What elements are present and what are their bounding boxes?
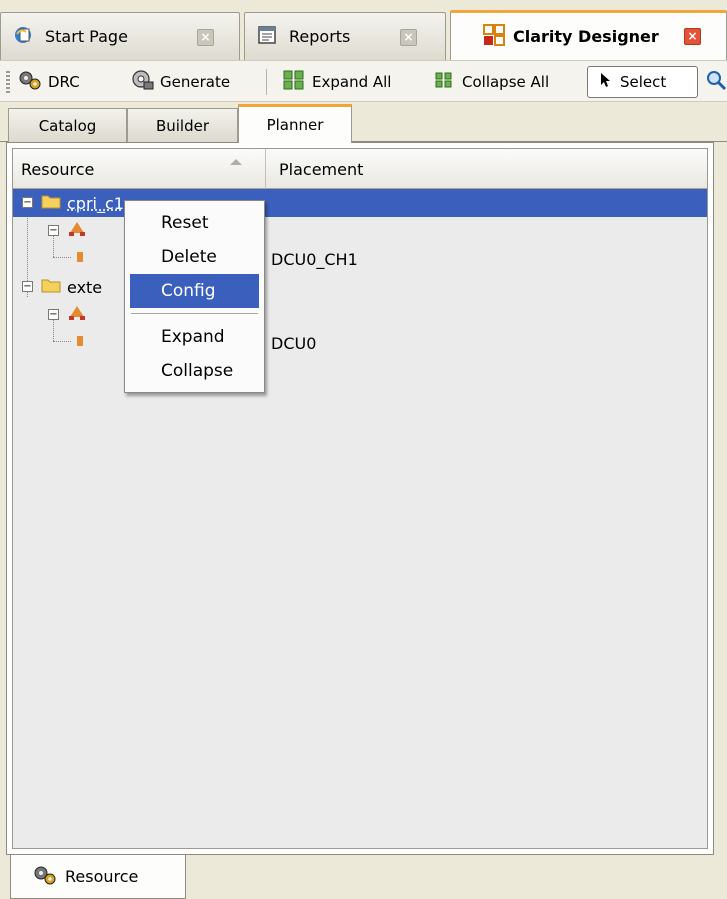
start-page-icon bbox=[13, 25, 33, 49]
column-header-resource[interactable]: Resource bbox=[13, 149, 266, 189]
tab-start-page[interactable]: Start Page × bbox=[0, 12, 240, 60]
menu-item-reset[interactable]: Reset bbox=[130, 206, 259, 240]
tab-builder[interactable]: Builder bbox=[127, 108, 238, 142]
view-tab-bar: Catalog Builder Planner bbox=[0, 102, 727, 143]
menu-item-delete[interactable]: Delete bbox=[130, 240, 259, 274]
generate-button[interactable]: Generate bbox=[130, 67, 230, 97]
menu-item-config[interactable]: Config bbox=[130, 274, 259, 308]
generate-icon bbox=[130, 69, 154, 95]
expand-all-icon bbox=[282, 69, 306, 95]
collapse-all-icon bbox=[432, 69, 456, 95]
resource-name: cpri_c1 bbox=[67, 193, 124, 213]
tab-label: Clarity Designer bbox=[513, 27, 659, 46]
port-icon bbox=[73, 333, 87, 353]
table-row[interactable]: − bbox=[13, 301, 707, 329]
drc-label: DRC bbox=[48, 73, 80, 91]
clarity-designer-icon bbox=[483, 23, 505, 50]
expand-all-button[interactable]: Expand All bbox=[282, 67, 391, 97]
tab-label: Resource bbox=[65, 867, 139, 886]
folder-icon bbox=[41, 277, 61, 297]
tab-clarity-designer[interactable]: Clarity Designer × bbox=[450, 10, 727, 60]
cursor-arrow-icon bbox=[600, 72, 612, 92]
folder-icon bbox=[41, 193, 61, 213]
gears-icon bbox=[18, 69, 42, 95]
magnifier-icon bbox=[705, 69, 727, 95]
select-label: Select bbox=[620, 73, 667, 91]
reports-icon bbox=[257, 25, 277, 49]
table-header: Resource Placement bbox=[13, 149, 707, 189]
column-header-placement[interactable]: Placement bbox=[267, 149, 707, 189]
collapse-all-label: Collapse All bbox=[462, 73, 550, 91]
menu-separator bbox=[131, 313, 258, 314]
zoom-button[interactable] bbox=[705, 67, 727, 97]
toolbar: DRC Generate Expand All Collapse All Sel… bbox=[0, 60, 727, 102]
tab-reports[interactable]: Reports × bbox=[244, 12, 446, 60]
table-row[interactable]: − cpri_c1 bbox=[13, 189, 707, 217]
expand-all-label: Expand All bbox=[312, 73, 392, 91]
tree-collapse-toggle[interactable]: − bbox=[48, 225, 59, 236]
placement-value: DCU0 bbox=[271, 333, 317, 353]
tree-collapse-toggle[interactable]: − bbox=[22, 281, 33, 292]
generate-label: Generate bbox=[160, 73, 231, 91]
tab-label: Reports bbox=[289, 27, 351, 46]
menu-item-expand[interactable]: Expand bbox=[130, 320, 259, 354]
planner-panel: Resource Placement − cpri_c1 − DCU0_CH1 … bbox=[6, 142, 714, 855]
toolbar-separator bbox=[266, 69, 267, 95]
placement-value: DCU0_CH1 bbox=[271, 249, 358, 269]
table-row[interactable]: − bbox=[13, 217, 707, 245]
close-icon[interactable]: × bbox=[400, 29, 417, 46]
close-icon[interactable]: × bbox=[197, 29, 214, 46]
collapse-all-button[interactable]: Collapse All bbox=[432, 67, 549, 97]
tab-catalog[interactable]: Catalog bbox=[8, 108, 127, 142]
tab-label: Start Page bbox=[45, 27, 128, 46]
resource-name: exte bbox=[67, 277, 103, 297]
table-row[interactable]: DCU0_CH1 bbox=[13, 245, 707, 273]
port-icon bbox=[73, 249, 87, 269]
tree-collapse-toggle[interactable]: − bbox=[48, 309, 59, 320]
resource-tree-table: Resource Placement − cpri_c1 − DCU0_CH1 … bbox=[12, 148, 708, 849]
tab-resource[interactable]: Resource bbox=[10, 855, 186, 899]
context-menu: Reset Delete Config Expand Collapse bbox=[124, 200, 265, 393]
bottom-tab-bar: Resource bbox=[0, 855, 727, 899]
close-icon[interactable]: × bbox=[684, 28, 701, 45]
sort-ascending-icon bbox=[230, 159, 242, 165]
gears-icon bbox=[33, 864, 57, 890]
table-row[interactable]: DCU0 bbox=[13, 329, 707, 357]
toolbar-grip[interactable] bbox=[6, 71, 10, 93]
tab-planner[interactable]: Planner bbox=[238, 104, 352, 143]
table-row[interactable]: − exte bbox=[13, 273, 707, 301]
select-button[interactable]: Select bbox=[587, 66, 698, 98]
tree-collapse-toggle[interactable]: − bbox=[22, 197, 33, 208]
drc-button[interactable]: DRC bbox=[18, 67, 80, 97]
module-icon bbox=[67, 221, 87, 241]
menu-item-collapse[interactable]: Collapse bbox=[130, 354, 259, 388]
module-icon bbox=[67, 305, 87, 325]
document-tab-bar: Start Page × Reports × Clarity Designer … bbox=[0, 0, 727, 60]
